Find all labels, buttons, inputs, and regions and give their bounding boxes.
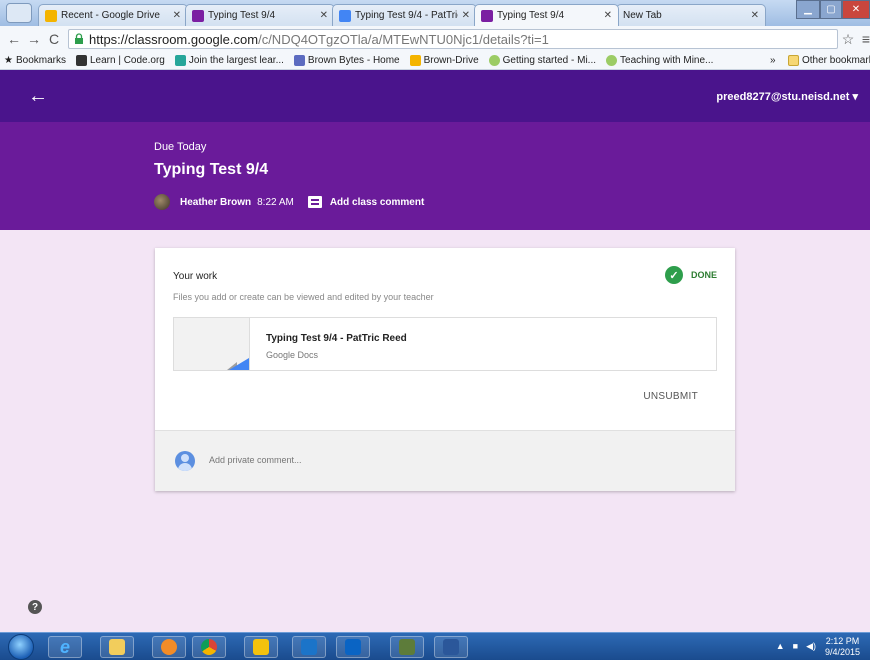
bookmark-brown-drive[interactable]: Brown-Drive (409, 55, 479, 66)
folder-icon (109, 639, 125, 655)
drive-icon (45, 9, 57, 22)
doc-thumbnail (174, 318, 250, 370)
help-icon[interactable]: ? (28, 600, 42, 614)
back-arrow-icon[interactable]: ← (28, 86, 48, 106)
profile-icon[interactable] (6, 3, 32, 23)
taskbar-chrome[interactable] (192, 636, 226, 658)
taskbar-word[interactable] (434, 636, 468, 658)
close-icon[interactable]: ✕ (173, 10, 181, 21)
taskbar-lync[interactable] (292, 636, 326, 658)
star-icon: ★ (4, 55, 13, 66)
taskbar-minecraft[interactable] (390, 636, 424, 658)
media-player-icon (161, 639, 177, 655)
close-icon[interactable]: ✕ (751, 10, 759, 21)
bookmarks-overflow-button[interactable]: » (770, 55, 776, 66)
globe-icon (606, 55, 618, 66)
taskbar-outlook[interactable] (336, 636, 370, 658)
site-icon (174, 55, 186, 66)
account-menu[interactable]: preed8277@stu.neisd.net ▾ (716, 90, 858, 103)
close-window-button[interactable]: ✕ (842, 0, 870, 19)
assignment-banner: Due Today Typing Test 9/4 Heather Brown … (0, 122, 870, 230)
ie-icon: e (59, 636, 70, 657)
teacher-avatar (154, 194, 170, 210)
chrome-icon (201, 639, 217, 655)
taskbar-explorer[interactable] (100, 636, 134, 658)
maximize-button[interactable]: ▢ (820, 0, 842, 19)
folder-icon (788, 55, 799, 66)
network-icon[interactable]: ■ (793, 641, 798, 652)
check-icon: ✓ (664, 266, 683, 284)
browser-toolbar: ← → C https://classroom.google.com/c/NDQ… (0, 26, 870, 52)
private-comment-input[interactable]: Add private comment... (209, 455, 302, 465)
other-bookmarks-folder[interactable]: Other bookmarks (788, 55, 870, 66)
assignment-meta: Heather Brown 8:22 AM Add class comment (154, 194, 424, 210)
volume-icon[interactable]: ◀) (806, 641, 816, 652)
start-button[interactable] (8, 634, 34, 660)
minecraft-icon (399, 639, 415, 655)
star-icon[interactable]: ☆ (838, 31, 858, 48)
weebly-icon (293, 55, 305, 66)
tab-typing-test-1[interactable]: Typing Test 9/4 ✕ (185, 4, 335, 26)
grid-icon (253, 639, 269, 655)
comment-icon[interactable] (307, 196, 322, 208)
windows-taskbar: e ▲ ■ ◀) 2:12 PM 9/4/2015 (0, 632, 870, 660)
lync-icon (301, 639, 317, 655)
close-icon[interactable]: ✕ (462, 10, 470, 21)
globe-icon (488, 55, 500, 66)
docs-icon (339, 9, 351, 22)
tab-new-tab[interactable]: New Tab ✕ (616, 4, 766, 26)
bookmark-brown-bytes[interactable]: Brown Bytes - Home (293, 55, 400, 66)
docs-icon (229, 358, 249, 370)
lock-icon (75, 33, 83, 44)
back-icon[interactable]: ← (4, 31, 24, 47)
due-label: Due Today (154, 141, 207, 153)
teacher-name: Heather Brown (180, 196, 252, 208)
minimize-button[interactable]: ▁ (796, 0, 820, 19)
bookmark-getting-started[interactable]: Getting started - Mi... (488, 55, 596, 66)
drive-icon (409, 55, 421, 66)
close-icon[interactable]: ✕ (320, 10, 328, 21)
attachment-type: Google Docs (266, 350, 319, 360)
browser-tab-strip: Recent - Google Drive ✕ Typing Test 9/4 … (0, 0, 870, 26)
classroom-app-bar: ← preed8277@stu.neisd.net ▾ (0, 70, 870, 122)
your-work-card: Your work Files you add or create can be… (155, 248, 735, 491)
menu-icon[interactable]: ≡ (856, 31, 870, 47)
code-org-icon (75, 55, 87, 66)
bookmark-teaching[interactable]: Teaching with Mine... (606, 55, 713, 66)
add-class-comment-link[interactable]: Add class comment (330, 197, 424, 208)
bookmark-join-largest[interactable]: Join the largest lear... (174, 55, 284, 66)
tab-typing-test-active[interactable]: Typing Test 9/4 ✕ (474, 4, 619, 26)
assignment-title: Typing Test 9/4 (154, 161, 269, 178)
tray-expand-icon[interactable]: ▲ (776, 641, 785, 652)
reload-icon[interactable]: C (44, 31, 64, 47)
user-avatar (175, 451, 195, 471)
taskbar-app-grid[interactable] (244, 636, 278, 658)
taskbar-clock[interactable]: 2:12 PM 9/4/2015 (825, 636, 860, 658)
unsubmit-button[interactable]: UNSUBMIT (643, 391, 698, 402)
attachment-name: Typing Test 9/4 - PatTric Reed (266, 333, 407, 344)
taskbar-media-player[interactable] (152, 636, 186, 658)
attachment-item[interactable]: Typing Test 9/4 - PatTric Reed Google Do… (173, 317, 717, 371)
word-icon (443, 639, 459, 655)
bookmarks-label[interactable]: ★ Bookmarks (4, 55, 66, 66)
address-bar[interactable]: https://classroom.google.com/c/NDQ4OTgzO… (68, 29, 838, 49)
close-icon[interactable]: ✕ (604, 10, 612, 21)
bookmark-code-org[interactable]: Learn | Code.org (75, 55, 165, 66)
your-work-heading: Your work (173, 271, 218, 282)
forward-icon[interactable]: → (24, 31, 44, 47)
your-work-subtitle: Files you add or create can be viewed an… (173, 292, 434, 302)
classroom-icon (192, 9, 204, 22)
private-comment-area: Add private comment... (155, 430, 735, 491)
outlook-icon (345, 639, 361, 655)
tab-recent-google-drive[interactable]: Recent - Google Drive ✕ (38, 4, 188, 26)
status-badge: ✓ DONE (664, 266, 717, 284)
system-tray: ▲ ■ ◀) (776, 641, 816, 652)
tab-typing-test-doc[interactable]: Typing Test 9/4 - PatTric ✕ (332, 4, 477, 26)
bookmarks-bar: ★ Bookmarks Learn | Code.org Join the lar… (0, 52, 870, 70)
dropdown-caret-icon: ▾ (852, 91, 858, 103)
taskbar-ie[interactable]: e (48, 636, 82, 658)
classroom-icon (481, 9, 493, 22)
post-time: 8:22 AM (257, 196, 294, 208)
